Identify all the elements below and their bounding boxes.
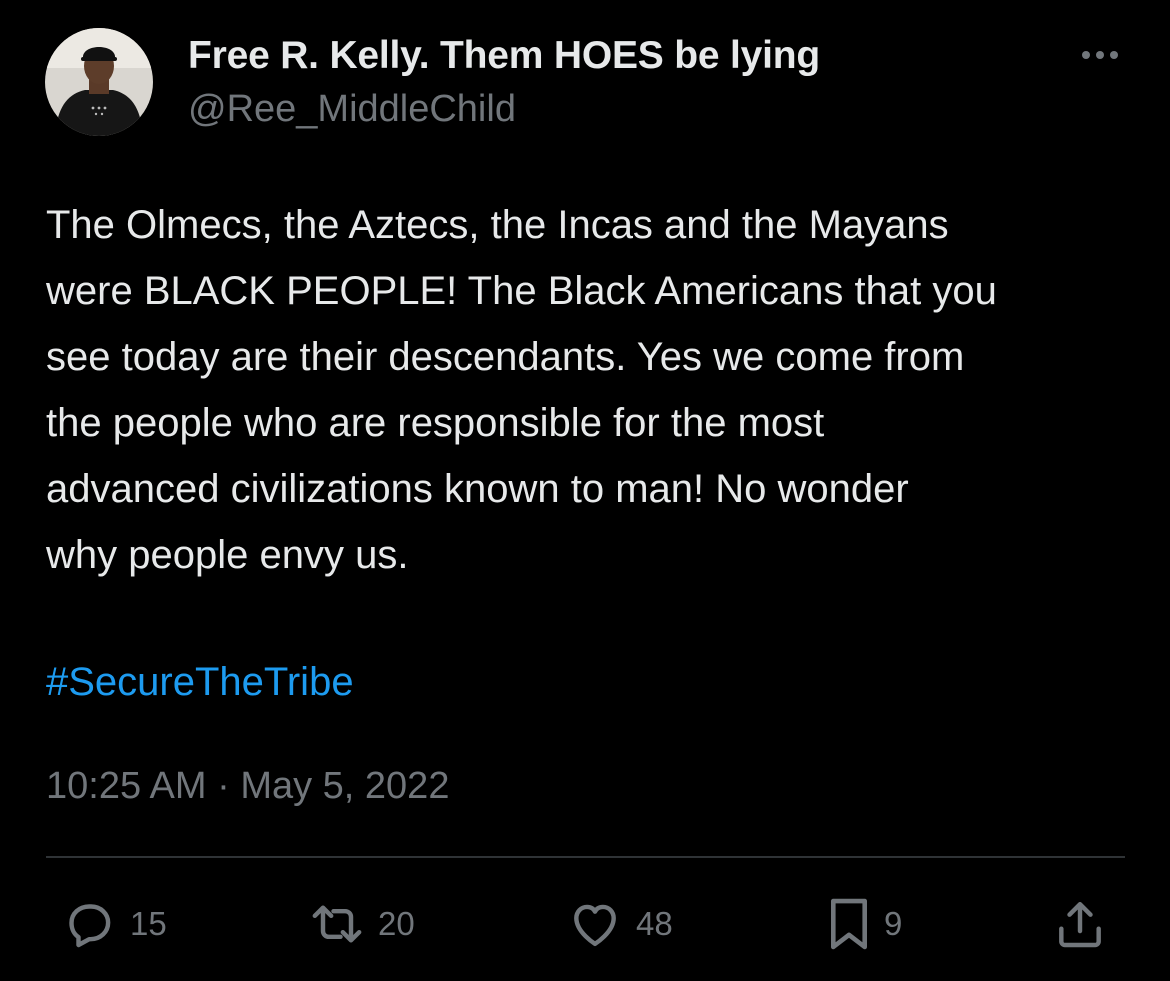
avatar[interactable] — [45, 28, 153, 136]
bookmark-button[interactable]: 9 — [824, 893, 902, 955]
retweet-button[interactable]: 20 — [306, 893, 415, 955]
share-icon — [1059, 901, 1101, 948]
reply-button[interactable]: 15 — [58, 893, 167, 955]
tweet-text-line: the people who are responsible for the m… — [46, 401, 825, 445]
share-button[interactable] — [1052, 893, 1108, 955]
tweet-body: The Olmecs, the Aztecs, the Incas and th… — [46, 192, 1136, 588]
reply-icon — [69, 904, 111, 948]
retweet-icon — [312, 905, 362, 943]
tweet-detail: Free R. Kelly. Them HOES be lying @Ree_M… — [0, 0, 1170, 981]
more-horizontal-icon — [1082, 51, 1118, 59]
divider — [46, 856, 1125, 858]
retweet-count: 20 — [378, 905, 415, 942]
user-handle[interactable]: @Ree_MiddleChild — [188, 88, 516, 131]
like-count: 48 — [636, 905, 673, 942]
tweet-text-line: advanced civilizations known to man! No … — [46, 467, 909, 511]
tweet-text-line: were BLACK PEOPLE! The Black Americans t… — [46, 269, 997, 313]
like-button[interactable]: 48 — [564, 893, 673, 955]
tweet-timestamp[interactable]: 10:25 AM · May 5, 2022 — [46, 758, 449, 814]
tweet-text-line: why people envy us. — [46, 533, 409, 577]
bookmark-icon — [830, 898, 868, 950]
hashtag-link[interactable]: #SecureTheTribe — [46, 652, 354, 712]
heart-icon — [574, 904, 616, 947]
user-avatar-photo-icon — [45, 28, 153, 136]
more-options-button[interactable] — [1078, 40, 1122, 70]
tweet-text-line: The Olmecs, the Aztecs, the Incas and th… — [46, 203, 949, 247]
tweet-text-line: see today are their descendants. Yes we … — [46, 335, 965, 379]
bookmark-count: 9 — [884, 905, 903, 942]
reply-count: 15 — [130, 905, 167, 942]
display-name[interactable]: Free R. Kelly. Them HOES be lying — [188, 34, 820, 78]
